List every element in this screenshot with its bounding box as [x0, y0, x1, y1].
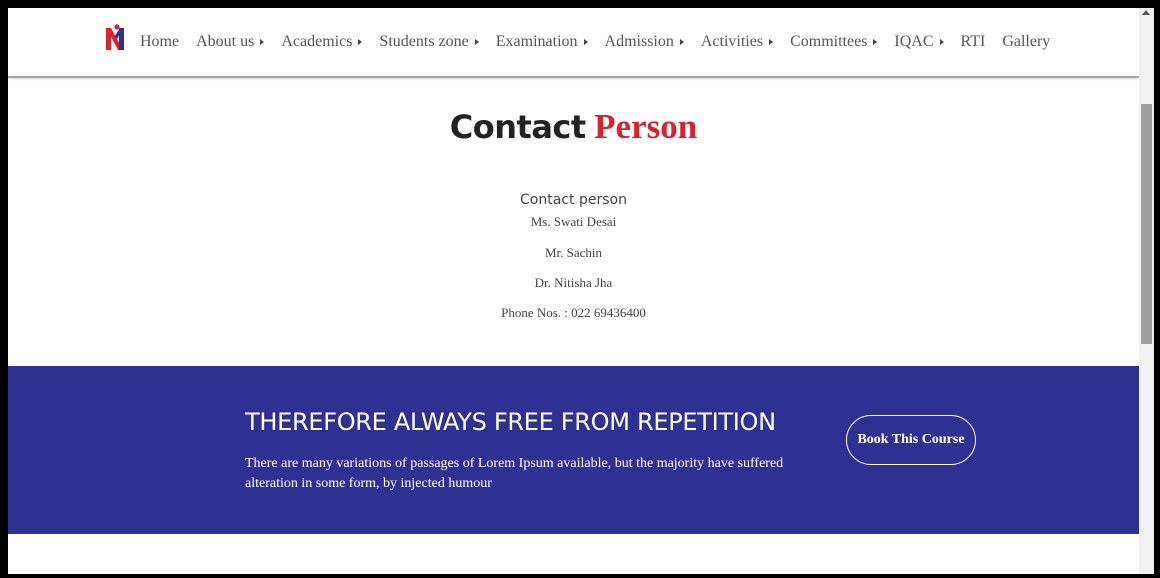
caret-right-icon [358, 39, 363, 45]
contact-person-name: Ms. Swati Desai [530, 214, 617, 229]
nav-item-label: Home [140, 33, 180, 50]
browser-viewport: Home About us Academics Students zone Examin… [8, 8, 1154, 574]
contact-person-heading: Contact person [520, 192, 627, 208]
college-logo-icon[interactable] [104, 24, 126, 50]
nav-item-label: Examination [495, 33, 578, 50]
caret-right-icon [260, 39, 265, 45]
nav-menu: Home About us Academics Students zone Examin… [140, 30, 1067, 54]
nav-item-label: Committees [790, 33, 868, 50]
contact-person-name: Dr. Nitisha Jha [534, 275, 613, 290]
nav-item-examination[interactable]: Examination [496, 33, 588, 51]
nav-item-label: IQAC [894, 33, 934, 50]
nav-item-label: About us [196, 33, 255, 50]
caret-right-icon [873, 39, 878, 45]
nav-item-label: Admission [604, 33, 674, 50]
nav-item-label: Students zone [379, 33, 469, 50]
nav-item-committees[interactable]: Committees [790, 33, 878, 51]
nav-item-gallery[interactable]: Gallery [1002, 33, 1050, 51]
nav-item-academics[interactable]: Academics [281, 33, 363, 51]
caret-right-icon [769, 39, 774, 45]
nav-item-admission[interactable]: Admission [605, 33, 684, 51]
vertical-scrollbar[interactable] [1139, 8, 1154, 574]
banner-title: THEREFORE ALWAYS FREE FROM REPETITION [245, 408, 776, 436]
scrollbar-thumb[interactable] [1141, 104, 1152, 344]
scroll-up-arrow-icon[interactable] [1142, 10, 1150, 15]
nav-item-activities[interactable]: Activities [700, 33, 774, 51]
nav-item-label: Activities [700, 33, 764, 50]
top-navigation: Home About us Academics Students zone Examin… [8, 8, 1139, 78]
nav-item-label: Academics [281, 33, 353, 50]
nav-item-label: RTI [960, 33, 986, 50]
caret-right-icon [474, 39, 479, 45]
page-title-part1: Contact [449, 108, 586, 146]
book-this-course-button[interactable]: Book This Course [846, 415, 976, 465]
nav-item-about-us[interactable]: About us [196, 33, 265, 51]
page-title: Contact Person [8, 107, 1139, 147]
page-title-part2: Person [594, 107, 698, 146]
contact-phone: Phone Nos. : 022 69436400 [501, 305, 646, 320]
caret-right-icon [939, 39, 944, 45]
caret-right-icon [583, 39, 588, 45]
nav-item-iqac[interactable]: IQAC [894, 33, 944, 51]
nav-item-students-zone[interactable]: Students zone [379, 33, 479, 51]
nav-item-rti[interactable]: RTI [961, 33, 986, 51]
course-banner: THEREFORE ALWAYS FREE FROM REPETITION Th… [8, 366, 1139, 534]
page: Home About us Academics Students zone Examin… [8, 8, 1139, 574]
nav-item-label: Gallery [1002, 33, 1051, 50]
contact-person-name: Mr. Sachin [544, 245, 603, 260]
nav-item-home[interactable]: Home [140, 33, 179, 51]
caret-right-icon [679, 39, 684, 45]
banner-text: There are many variations of passages of… [245, 456, 784, 491]
